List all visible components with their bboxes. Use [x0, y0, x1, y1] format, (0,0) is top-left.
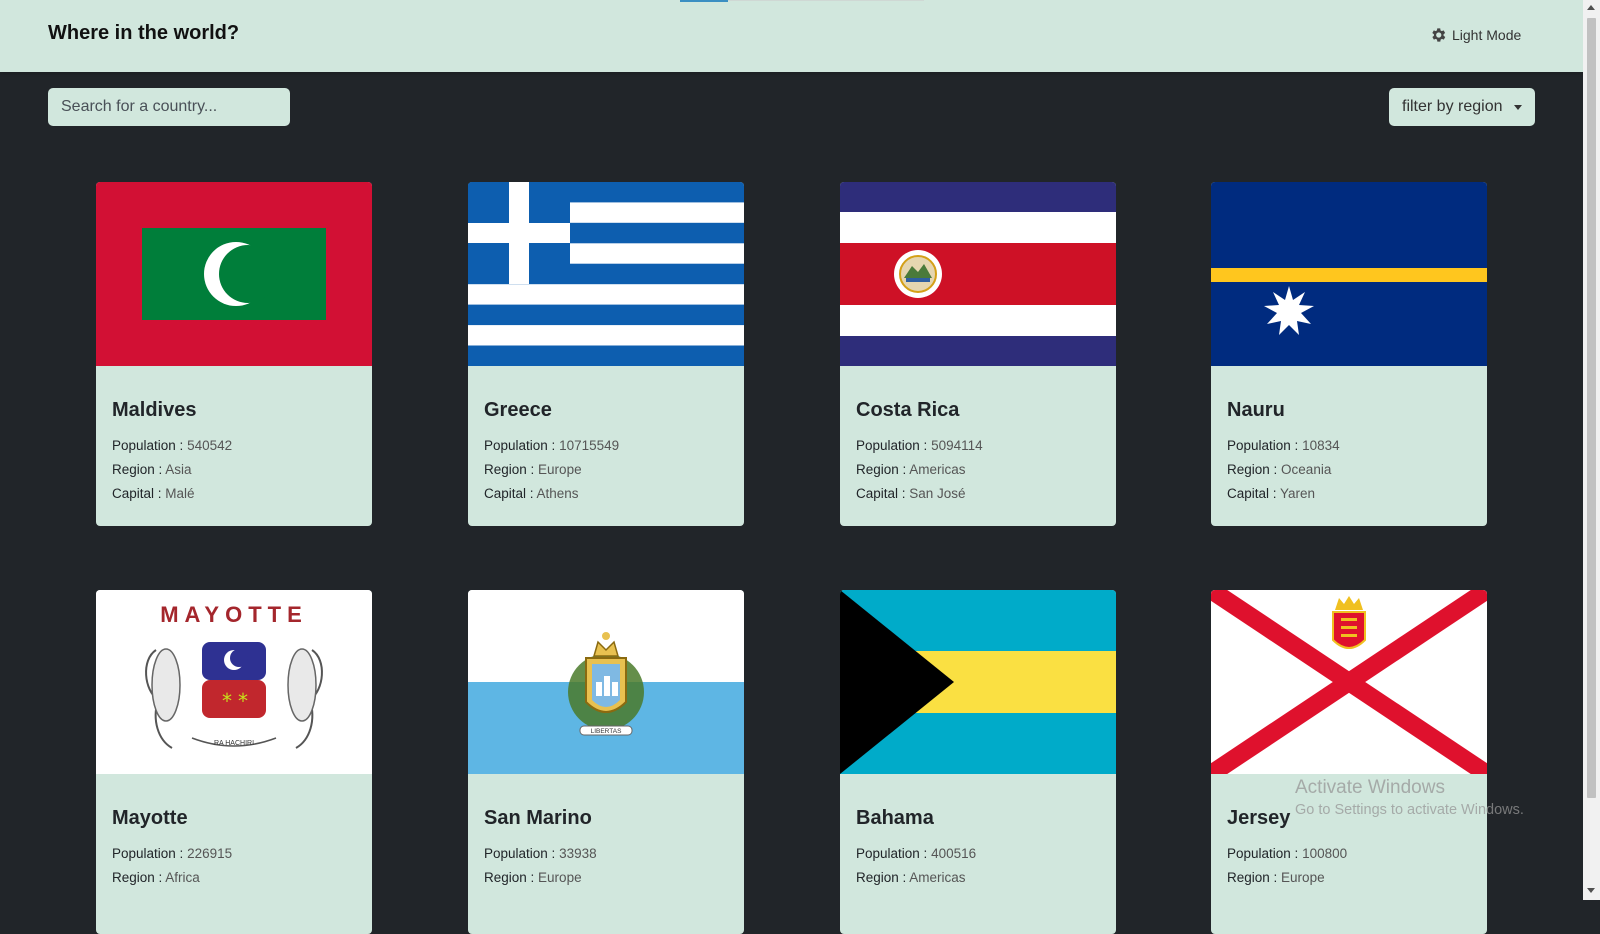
- population-value: 540542: [187, 438, 233, 453]
- mayotte-flag-icon: MAYOTTE * * RA HACHIRI: [96, 590, 372, 774]
- svg-text:*: *: [238, 689, 248, 713]
- population-row: Population : 226915: [112, 846, 233, 861]
- app-header: Where in the world? Light Mode: [0, 0, 1583, 72]
- country-card[interactable]: Bahama Population : 400516 Region : Amer…: [840, 590, 1116, 934]
- mayotte-flag-text: MAYOTTE: [160, 602, 308, 627]
- scroll-up-arrow-icon[interactable]: [1587, 5, 1595, 10]
- region-row: Region : Americas: [856, 870, 966, 885]
- region-value: Europe: [538, 462, 582, 477]
- gear-icon: [1432, 28, 1446, 42]
- san-marino-flag-motto: LIBERTAS: [591, 728, 622, 735]
- region-value: Americas: [909, 870, 966, 885]
- population-row: Population : 10715549: [484, 438, 620, 453]
- capital-value: Malé: [165, 486, 195, 501]
- population-row: Population : 540542: [112, 438, 233, 453]
- country-name: Greece: [484, 399, 552, 421]
- theme-toggle-button[interactable]: Light Mode: [1429, 26, 1521, 44]
- capital-row: Capital : San José: [856, 486, 966, 501]
- capital-value: San José: [909, 486, 966, 501]
- region-row: Region : Oceania: [1227, 462, 1332, 477]
- capital-value: Yaren: [1280, 486, 1316, 501]
- country-card[interactable]: MAYOTTE * * RA HACHIRI Mayotte Populatio…: [96, 590, 372, 934]
- population-row: Population : 10834: [1227, 438, 1340, 453]
- bahamas-flag-icon: [840, 590, 1116, 774]
- population-value: 400516: [931, 846, 977, 861]
- san-marino-flag-icon: LIBERTAS: [468, 590, 744, 774]
- population-value: 5094114: [931, 438, 983, 453]
- country-name: Costa Rica: [856, 399, 960, 421]
- theme-toggle-label: Light Mode: [1452, 27, 1522, 43]
- country-name: Maldives: [112, 399, 197, 421]
- region-row: Region : Americas: [856, 462, 966, 477]
- costa-rica-flag-icon: [840, 182, 1116, 366]
- country-name: Bahama: [856, 807, 934, 829]
- country-name: Jersey: [1227, 807, 1291, 829]
- population-row: Population : 5094114: [856, 438, 983, 453]
- windows-activation-title: Activate Windows: [1295, 777, 1445, 798]
- population-value: 10715549: [559, 438, 620, 453]
- region-row: Region : Europe: [484, 870, 582, 885]
- population-row: Population : 33938: [484, 846, 597, 861]
- population-value: 33938: [559, 846, 597, 861]
- country-name: Nauru: [1227, 399, 1285, 421]
- jersey-flag-icon: [1211, 590, 1487, 774]
- region-row: Region : Europe: [1227, 870, 1325, 885]
- country-card[interactable]: Greece Population : 10715549 Region : Eu…: [468, 182, 744, 526]
- region-value: Asia: [165, 462, 192, 477]
- greece-flag-icon: [468, 182, 744, 366]
- app-title: Where in the world?: [48, 22, 240, 44]
- maldives-flag-icon: [96, 182, 372, 366]
- population-row: Population : 100800: [1227, 846, 1348, 861]
- country-card[interactable]: LIBERTAS San Marino Population : 33938 R…: [468, 590, 744, 934]
- population-value: 10834: [1302, 438, 1340, 453]
- region-row: Region : Asia: [112, 462, 192, 477]
- region-filter-label: filter by region: [1402, 98, 1503, 115]
- country-name: Mayotte: [112, 807, 188, 829]
- vertical-scrollbar[interactable]: [1583, 0, 1600, 900]
- tab-loading-indicator: [680, 0, 728, 2]
- population-row: Population : 400516: [856, 846, 977, 861]
- region-row: Region : Europe: [484, 462, 582, 477]
- scroll-down-arrow-icon[interactable]: [1587, 888, 1595, 893]
- capital-row: Capital : Yaren: [1227, 486, 1316, 501]
- svg-text:*: *: [222, 689, 232, 713]
- region-value: Americas: [909, 462, 966, 477]
- population-value: 100800: [1302, 846, 1348, 861]
- chevron-down-icon: [1514, 105, 1522, 110]
- region-value: Africa: [165, 870, 200, 885]
- capital-value: Athens: [536, 486, 579, 501]
- region-value: Oceania: [1281, 462, 1332, 477]
- capital-row: Capital : Malé: [112, 486, 195, 501]
- nauru-flag-icon: [1211, 182, 1487, 366]
- region-value: Europe: [538, 870, 582, 885]
- search-input[interactable]: [48, 88, 290, 126]
- country-card[interactable]: Nauru Population : 10834 Region : Oceani…: [1211, 182, 1487, 526]
- country-name: San Marino: [484, 807, 592, 829]
- region-filter-dropdown[interactable]: filter by region: [1389, 88, 1535, 126]
- country-card[interactable]: Costa Rica Population : 5094114 Region :…: [840, 182, 1116, 526]
- population-value: 226915: [187, 846, 233, 861]
- windows-activation-subtitle: Go to Settings to activate Windows.: [1295, 802, 1524, 818]
- scrollbar-thumb[interactable]: [1587, 18, 1596, 798]
- tab-loading-track: [728, 0, 924, 1]
- country-card[interactable]: Maldives Population : 540542 Region : As…: [96, 182, 372, 526]
- country-card[interactable]: Jersey Population : 100800 Region : Euro…: [1211, 590, 1487, 934]
- capital-row: Capital : Athens: [484, 486, 579, 501]
- mayotte-flag-motto: RA HACHIRI: [214, 740, 254, 747]
- region-row: Region : Africa: [112, 870, 200, 885]
- region-value: Europe: [1281, 870, 1325, 885]
